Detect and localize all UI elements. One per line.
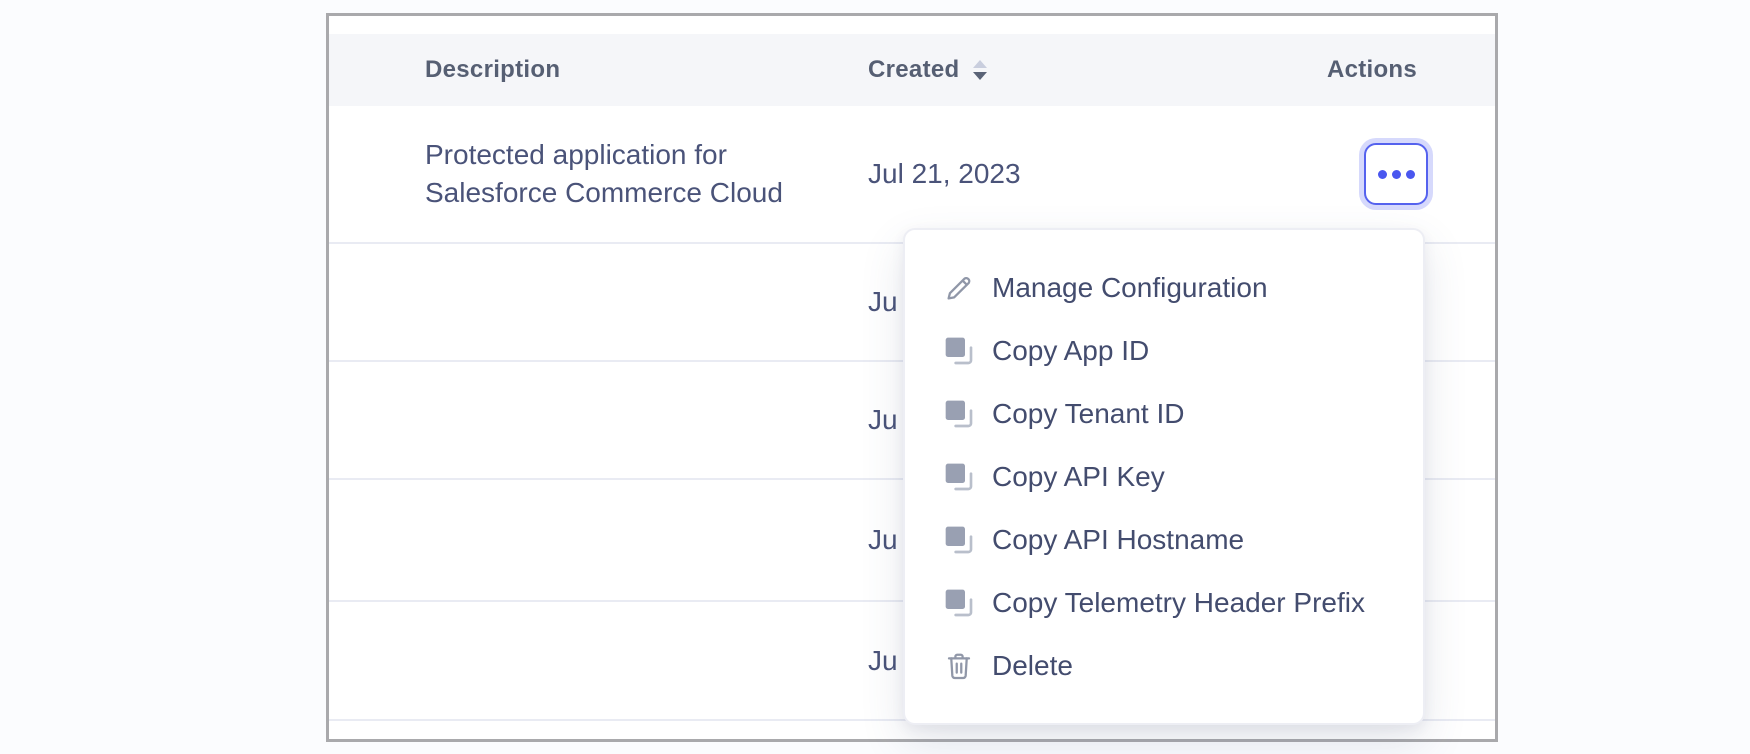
menu-item-copy-app-id[interactable]: Copy App ID xyxy=(905,319,1423,382)
column-header-created-label: Created xyxy=(868,56,959,84)
column-header-created[interactable]: Created xyxy=(868,56,1249,84)
menu-item-copy-api-key[interactable]: Copy API Key xyxy=(905,445,1423,508)
menu-item-label: Copy Telemetry Header Prefix xyxy=(992,587,1365,619)
menu-item-label: Copy App ID xyxy=(992,335,1149,367)
actions-dropdown-menu: Manage Configuration Copy App ID Copy Te… xyxy=(903,228,1425,725)
row-created-date: Jul 21, 2023 xyxy=(868,158,1249,190)
menu-item-label: Delete xyxy=(992,650,1073,682)
ellipsis-icon xyxy=(1378,170,1415,179)
pencil-icon xyxy=(943,272,975,304)
menu-item-copy-tenant-id[interactable]: Copy Tenant ID xyxy=(905,382,1423,445)
menu-item-label: Copy API Key xyxy=(992,461,1165,493)
menu-item-delete[interactable]: Delete xyxy=(905,634,1423,697)
row-description: Protected application for Salesforce Com… xyxy=(425,136,795,212)
sort-desc-caret-icon xyxy=(973,72,987,80)
menu-item-copy-api-hostname[interactable]: Copy API Hostname xyxy=(905,508,1423,571)
row-actions-button[interactable] xyxy=(1364,143,1428,205)
trash-icon xyxy=(943,650,975,682)
copy-icon xyxy=(943,587,975,619)
column-header-actions: Actions xyxy=(1249,56,1495,84)
sort-toggle-icon[interactable] xyxy=(973,60,987,80)
copy-icon xyxy=(943,461,975,493)
copy-icon xyxy=(943,335,975,367)
copy-icon xyxy=(943,398,975,430)
table-header-row: Description Created Actions xyxy=(329,34,1495,106)
copy-icon xyxy=(943,524,975,556)
applications-table-card: Description Created Actions Protected ap… xyxy=(326,13,1498,742)
menu-item-label: Copy Tenant ID xyxy=(992,398,1185,430)
sort-asc-caret-icon xyxy=(973,60,987,68)
menu-item-label: Manage Configuration xyxy=(992,272,1268,304)
column-header-description: Description xyxy=(329,56,868,84)
menu-item-copy-telemetry-header-prefix[interactable]: Copy Telemetry Header Prefix xyxy=(905,571,1423,634)
table-row: Protected application for Salesforce Com… xyxy=(329,106,1495,244)
menu-item-label: Copy API Hostname xyxy=(992,524,1244,556)
menu-item-manage-configuration[interactable]: Manage Configuration xyxy=(905,256,1423,319)
